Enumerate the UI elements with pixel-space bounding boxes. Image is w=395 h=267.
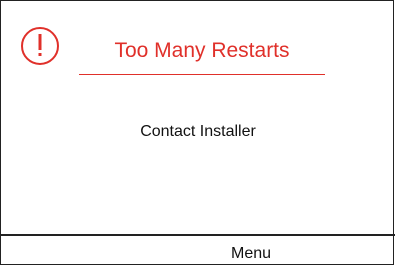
exclamation-circle-icon bbox=[21, 27, 59, 65]
alert-title: Too Many Restarts bbox=[114, 39, 290, 62]
exclamation-glyph bbox=[38, 34, 42, 56]
title-underline bbox=[79, 74, 325, 75]
softkey-divider bbox=[1, 234, 395, 236]
thermostat-screen: Too Many Restarts Contact Installer Menu bbox=[0, 0, 395, 265]
alert-message: Contact Installer bbox=[140, 123, 256, 140]
menu-softkey[interactable]: Menu bbox=[206, 244, 296, 264]
